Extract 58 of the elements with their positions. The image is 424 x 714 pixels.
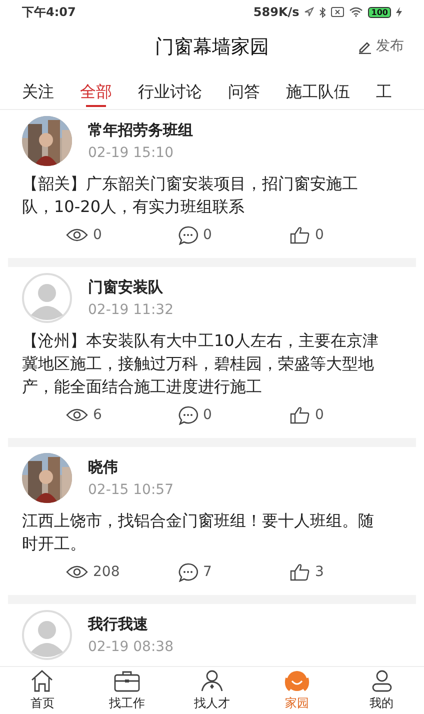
network-speed: 589K/s	[253, 4, 300, 21]
comment-icon	[178, 562, 198, 582]
author-name: 晓伟	[88, 457, 119, 477]
nav-item[interactable]: 首页	[0, 667, 85, 714]
comment-icon	[178, 226, 198, 244]
post-time: 02-19 08:38	[88, 638, 174, 656]
category-tab[interactable]: 全部	[80, 70, 112, 109]
post-text: 【韶关】广东韶关门窗安装项目，招门窗安施工队，10-20人，有实力班组联系	[22, 173, 359, 218]
post-time: 02-19 11:32	[88, 301, 174, 319]
status-time: 下午4:07	[22, 4, 76, 21]
pencil-icon	[358, 40, 372, 54]
community-icon	[284, 670, 310, 692]
comment-icon	[178, 406, 198, 424]
briefcase-icon	[114, 670, 140, 692]
eye-icon	[66, 228, 88, 242]
charging-icon	[396, 7, 402, 17]
eye-icon	[66, 565, 88, 579]
location-icon	[304, 7, 314, 17]
nav-item[interactable]: 家园	[254, 667, 340, 714]
category-tab[interactable]: 行业讨论	[138, 70, 202, 109]
bluetooth-icon	[319, 6, 326, 18]
default-avatar-icon	[22, 610, 72, 660]
like-count: 3	[315, 563, 324, 581]
nav-item[interactable]: 找人才	[170, 667, 254, 714]
category-tab[interactable]: 关注	[22, 70, 54, 109]
like-count: 0	[315, 226, 324, 244]
category-tab[interactable]: 工	[376, 70, 392, 109]
home-icon	[30, 670, 54, 692]
thumbs-up-icon	[290, 406, 310, 424]
page-title: 门窗幕墙家园	[155, 34, 269, 60]
nav-item[interactable]: 我的	[339, 667, 424, 714]
battery-indicator: 100	[368, 6, 391, 18]
person-icon	[200, 670, 224, 692]
comment-count: 7	[203, 563, 212, 581]
author-name: 常年招劳务班组	[88, 120, 193, 140]
post-text: 江西上饶市，找铝合金门窗班组！要十人班组。随时开工。	[22, 510, 375, 555]
author-name: 我行我速	[88, 614, 149, 634]
post-time: 02-15 10:57	[88, 481, 174, 499]
view-count: 0	[93, 226, 102, 244]
category-tab[interactable]: 施工队伍	[286, 70, 350, 109]
default-avatar-icon	[22, 273, 72, 323]
like-count: 0	[315, 406, 324, 424]
view-count: 208	[93, 563, 120, 581]
post-time: 02-19 15:10	[88, 144, 174, 162]
publish-button[interactable]: 发布	[358, 36, 404, 57]
view-count: 6	[93, 406, 102, 424]
sim-icon	[331, 7, 344, 17]
comment-count: 0	[203, 226, 212, 244]
comment-count: 0	[203, 406, 212, 424]
category-tab[interactable]: 问答	[228, 70, 260, 109]
nav-item[interactable]: 找工作	[84, 667, 170, 714]
wifi-icon	[349, 7, 364, 17]
thumbs-up-icon	[290, 563, 310, 581]
eye-icon	[66, 408, 88, 422]
author-name: 门窗安装队	[88, 277, 164, 297]
thumbs-up-icon	[290, 226, 310, 244]
profile-icon	[370, 670, 394, 692]
post-text: 【沧州】本安装队有大中工10人左右，主要在京津冀地区施工，接触过万科，碧桂园，荣盛等大型地产，能全面结合施工进度进行施工	[22, 330, 380, 398]
